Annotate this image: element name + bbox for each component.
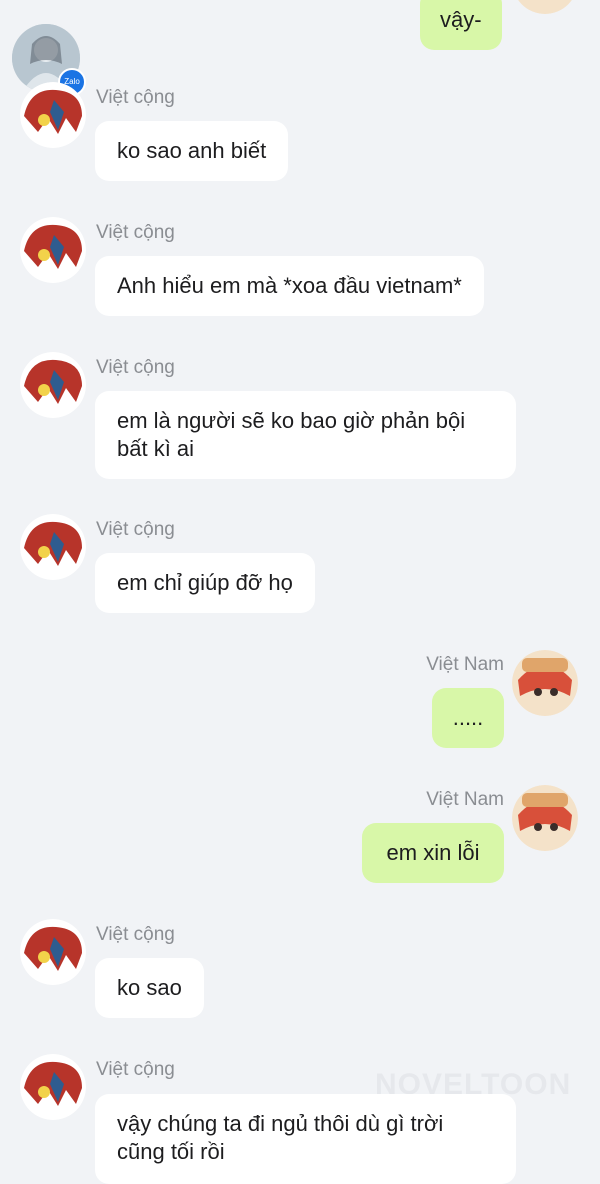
avatar-viet-nam[interactable]: [512, 0, 578, 14]
avatar-viet-cong[interactable]: [20, 514, 86, 580]
avatar-viet-cong[interactable]: [20, 352, 86, 418]
message-text: ko sao: [117, 975, 182, 1000]
sender-name: Việt cộng: [96, 87, 175, 108]
message-bubble[interactable]: ko sao: [95, 958, 204, 1018]
message-text: ko sao anh biết: [117, 138, 267, 163]
avatar-viet-nam[interactable]: [512, 785, 578, 851]
sender-name: Việt cộng: [96, 222, 175, 243]
avatar-viet-cong[interactable]: [20, 82, 86, 148]
message-text: em xin lỗi: [386, 840, 480, 865]
message-bubble[interactable]: em chỉ giúp đỡ họ: [95, 553, 315, 613]
message-bubble[interactable]: Anh hiểu em mà *xoa đầu vietnam*: [95, 256, 484, 316]
message-text: Anh hiểu em mà *xoa đầu vietnam*: [117, 273, 462, 298]
message-text: em chỉ giúp đỡ họ: [117, 570, 293, 595]
message-text: em là người sẽ ko bao giờ phản bội bất k…: [117, 408, 466, 461]
avatar-viet-cong[interactable]: [20, 217, 86, 283]
message-bubble[interactable]: ko sao anh biết: [95, 121, 289, 181]
sender-name: Việt Nam: [426, 654, 504, 675]
sender-name: Việt Nam: [426, 789, 504, 810]
message-bubble[interactable]: em là người sẽ ko bao giờ phản bội bất k…: [95, 391, 516, 479]
message-text: .....: [452, 705, 484, 730]
sender-name: Việt cộng: [96, 519, 175, 540]
message-bubble[interactable]: em xin lỗi: [362, 823, 504, 883]
message-bubble[interactable]: vậy-: [420, 0, 502, 50]
sender-name: Việt cộng: [96, 1059, 175, 1080]
sender-name: Việt cộng: [96, 924, 175, 945]
message-bubble[interactable]: .....: [432, 688, 504, 748]
avatar-viet-cong[interactable]: [20, 919, 86, 985]
avatar-viet-cong[interactable]: [20, 1054, 86, 1120]
message-text: vậy chúng ta đi ngủ thôi dù gì trời cũng…: [117, 1111, 444, 1164]
sender-name: Việt cộng: [96, 357, 175, 378]
message-text: vậy-: [440, 7, 482, 32]
message-bubble[interactable]: vậy chúng ta đi ngủ thôi dù gì trời cũng…: [95, 1094, 516, 1184]
avatar-viet-nam[interactable]: [512, 650, 578, 716]
